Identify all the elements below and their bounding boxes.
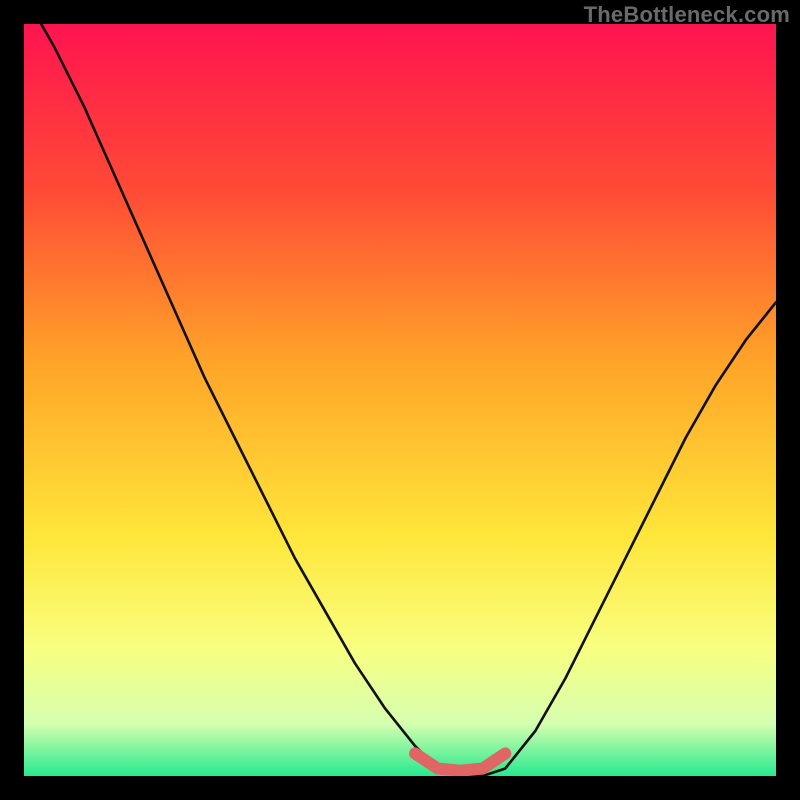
chart-frame: TheBottleneck.com — [0, 0, 800, 800]
optimal-band-marker — [415, 753, 505, 770]
bottleneck-curve — [24, 24, 776, 776]
plot-area — [24, 24, 776, 776]
curve-layer — [24, 24, 776, 776]
